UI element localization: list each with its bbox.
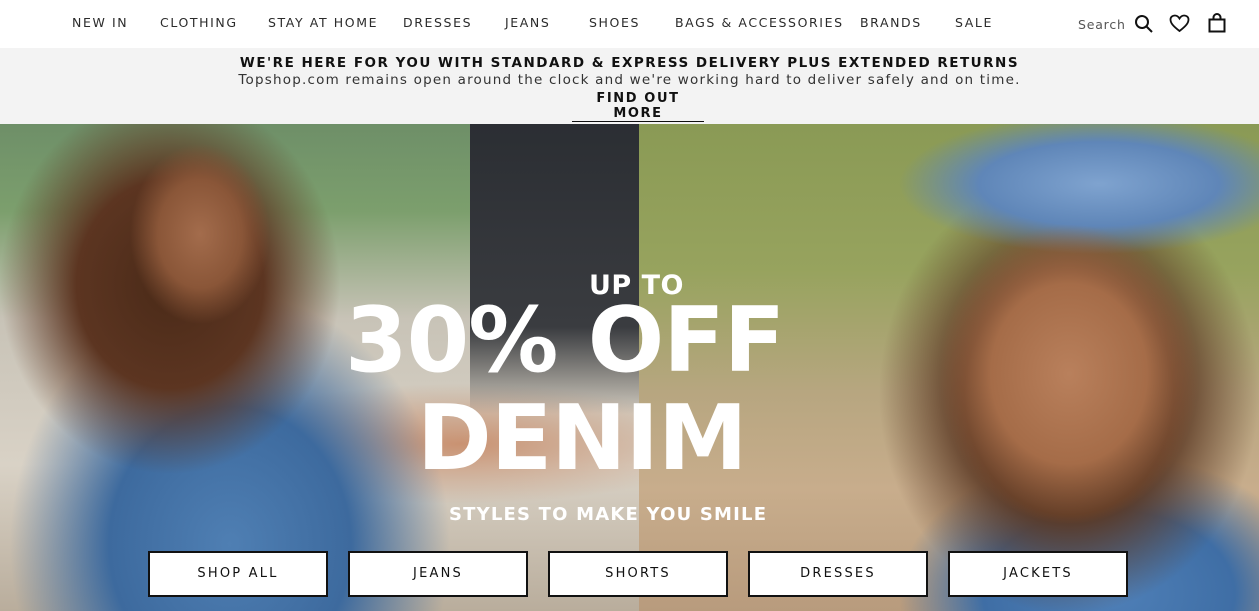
shop-all-button[interactable]: SHOP ALL — [148, 551, 328, 597]
top-navigation: NEW IN CLOTHING STAY AT HOME DRESSES JEA… — [0, 0, 1259, 48]
search-label: Search — [1078, 16, 1126, 32]
banner-text: Topshop.com remains open around the cloc… — [238, 72, 1021, 88]
nav-item-brands[interactable]: BRANDS — [860, 15, 922, 30]
jackets-button[interactable]: JACKETS — [948, 551, 1128, 597]
search-icon — [1134, 15, 1153, 33]
shorts-button[interactable]: SHORTS — [548, 551, 728, 597]
nav-item-dresses[interactable]: DRESSES — [403, 15, 472, 30]
nav-item-sale[interactable]: SALE — [955, 15, 993, 30]
bag-icon[interactable] — [1208, 13, 1226, 33]
heart-icon[interactable] — [1169, 14, 1190, 33]
nav-item-shoes[interactable]: SHOES — [589, 15, 640, 30]
hero-copy: UP TO 30% OFF DENIM STYLES TO MAKE YOU S… — [0, 124, 1259, 611]
hero-headline-line1: 30% OFF — [345, 288, 785, 393]
dresses-button[interactable]: DRESSES — [748, 551, 928, 597]
delivery-banner: WE'RE HERE FOR YOU WITH STANDARD & EXPRE… — [0, 48, 1259, 124]
hero-headline-line2: DENIM — [417, 386, 748, 491]
nav-item-new-in[interactable]: NEW IN — [72, 15, 128, 30]
hero-tagline: STYLES TO MAKE YOU SMILE — [449, 504, 768, 525]
nav-item-stay-at-home[interactable]: STAY AT HOME — [268, 15, 378, 30]
find-out-more-link[interactable]: FIND OUT MORE — [572, 91, 704, 122]
jeans-button[interactable]: JEANS — [348, 551, 528, 597]
nav-item-jeans[interactable]: JEANS — [505, 15, 550, 30]
banner-title: WE'RE HERE FOR YOU WITH STANDARD & EXPRE… — [239, 55, 1020, 71]
nav-item-clothing[interactable]: CLOTHING — [160, 15, 238, 30]
search-button[interactable]: Search — [1078, 14, 1154, 34]
nav-item-bags-accessories[interactable]: BAGS & ACCESSORIES — [675, 15, 844, 30]
hero-banner[interactable]: UP TO 30% OFF DENIM STYLES TO MAKE YOU S… — [0, 124, 1259, 611]
